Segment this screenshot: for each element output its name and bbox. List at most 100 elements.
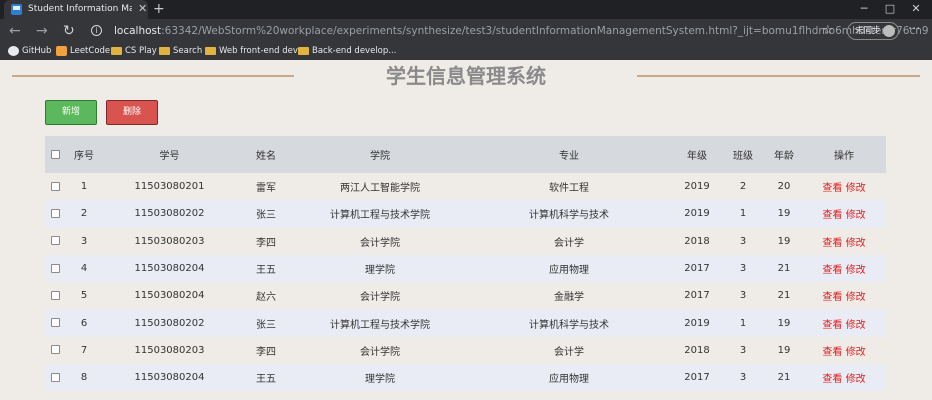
row-name: 雷军 xyxy=(256,183,276,195)
row-age: 21 xyxy=(777,290,791,302)
window-close-icon[interactable]: ✕ xyxy=(908,2,924,16)
address-bar[interactable]: i localhost:63342/WebStorm%20workplace/e… xyxy=(86,21,929,41)
page-content: 学生信息管理系统 新增 删除 序号 学号 姓名 学院 专业 年级 班级 年龄 操… xyxy=(0,60,932,400)
url-text[interactable]: localhost:63342/WebStorm%20workplace/exp… xyxy=(114,24,929,38)
row-select-cell xyxy=(45,364,65,391)
row-college xyxy=(296,391,464,400)
row-checkbox[interactable] xyxy=(50,372,60,382)
edit-link[interactable]: 修改 xyxy=(846,374,866,385)
view-link[interactable]: 查看 xyxy=(822,374,842,385)
row-class: 3 xyxy=(739,263,747,275)
row-actions: 查看 修改 xyxy=(802,173,886,200)
row-age: 19 xyxy=(777,235,791,247)
row-checkbox[interactable] xyxy=(50,181,60,191)
table-row: 1 11503080201 雷军 两江人工智能学院 软件工程 2019 2 20 查看 修改 xyxy=(45,173,886,201)
row-actions: 查看 修改 xyxy=(802,228,886,255)
table-row: 3 11503080203 李四 会计学院 会计学 2018 3 19 查看 修改 xyxy=(45,227,886,255)
table-body: 1 11503080201 雷军 两江人工智能学院 软件工程 2019 2 20 查看 修改 2 1… xyxy=(45,173,886,400)
view-link[interactable]: 查看 xyxy=(822,210,842,221)
col-header-name: 姓名 xyxy=(256,151,276,162)
folder-icon xyxy=(111,47,122,55)
row-name xyxy=(236,391,296,400)
row-grade: 2017 xyxy=(684,372,710,384)
row-age: 19 xyxy=(777,317,791,329)
col-header-class: 班级 xyxy=(733,151,753,162)
folder-icon xyxy=(298,47,309,55)
edit-link[interactable]: 修改 xyxy=(846,210,866,221)
row-checkbox[interactable] xyxy=(50,345,60,355)
view-link[interactable]: 查看 xyxy=(822,347,842,358)
reload-icon[interactable]: ↻ xyxy=(63,23,75,39)
row-grade: 2017 xyxy=(684,263,710,275)
minimize-icon[interactable]: ─ xyxy=(856,2,872,16)
row-college: 计算机工程与技术学院 xyxy=(330,319,430,331)
add-button[interactable]: 新增 xyxy=(45,100,97,125)
row-no: 3 xyxy=(80,235,88,247)
row-age: 19 xyxy=(777,344,791,356)
row-name: 李四 xyxy=(256,237,276,249)
edit-link[interactable]: 修改 xyxy=(846,238,866,249)
avatar-icon xyxy=(883,25,895,37)
row-select-cell xyxy=(45,309,65,336)
row-checkbox[interactable] xyxy=(50,318,60,328)
row-major: 会计学 xyxy=(554,237,584,249)
edit-link[interactable]: 修改 xyxy=(846,347,866,358)
bookmark-star-icon[interactable]: ☆ xyxy=(822,23,834,39)
edit-link[interactable]: 修改 xyxy=(846,265,866,276)
row-major: 软件工程 xyxy=(549,183,589,195)
row-select-cell xyxy=(45,228,65,255)
edit-link[interactable]: 修改 xyxy=(846,320,866,331)
row-no: 8 xyxy=(80,372,88,384)
row-class: 3 xyxy=(739,235,747,247)
row-checkbox[interactable] xyxy=(50,236,60,246)
row-checkbox[interactable] xyxy=(50,290,60,300)
delete-button[interactable]: 删除 xyxy=(106,100,158,125)
row-actions: 查看 修改 xyxy=(802,364,886,391)
edit-link[interactable]: 修改 xyxy=(846,183,866,194)
info-icon[interactable]: i xyxy=(91,25,102,36)
row-major: 金融学 xyxy=(554,292,584,304)
maximize-icon[interactable]: □ xyxy=(882,2,898,16)
title-divider-right xyxy=(637,75,920,77)
forward-icon[interactable]: → xyxy=(36,23,48,39)
row-select-cell xyxy=(45,255,65,282)
row-student-id: 11503080203 xyxy=(134,235,205,247)
row-age: 21 xyxy=(777,263,791,275)
row-name: 张三 xyxy=(256,319,276,331)
view-link[interactable]: 查看 xyxy=(822,320,842,331)
table-row: 5 11503080204 赵六 会计学院 金融学 2017 3 21 查看 修改 xyxy=(45,282,886,310)
browser-tab[interactable]: Student Information Manageme ✕ xyxy=(4,0,148,19)
page-title: 学生信息管理系统 xyxy=(386,64,546,88)
view-link[interactable]: 查看 xyxy=(822,292,842,303)
new-tab-icon[interactable]: + xyxy=(153,1,165,17)
more-menu-icon[interactable]: ··· xyxy=(908,22,920,38)
row-major: 应用物理 xyxy=(549,265,589,277)
row-grade: 2018 xyxy=(684,235,710,247)
view-link[interactable]: 查看 xyxy=(822,183,842,194)
profile-button[interactable]: 未同步 xyxy=(847,22,899,40)
row-student-id: 11503080201 xyxy=(134,181,205,193)
row-student-id: 11503080204 xyxy=(134,263,205,275)
row-name: 王五 xyxy=(256,374,276,386)
leetcode-icon xyxy=(56,46,67,56)
row-student-id: 11503080204 xyxy=(134,372,205,384)
row-checkbox[interactable] xyxy=(50,263,60,273)
view-link[interactable]: 查看 xyxy=(822,265,842,276)
view-link[interactable]: 查看 xyxy=(822,238,842,249)
row-college: 计算机工程与技术学院 xyxy=(330,210,430,222)
row-no: 5 xyxy=(80,290,88,302)
browser-toolbar: ← → ↻ i localhost:63342/WebStorm%20workp… xyxy=(0,19,932,43)
table-row: 2 11503080202 张三 计算机工程与技术学院 计算机科学与技术 2019 1 19 查… xyxy=(45,200,886,228)
row-checkbox[interactable] xyxy=(50,208,60,218)
row-student-id: 11503080203 xyxy=(134,344,205,356)
row-actions: 查看 修改 xyxy=(802,255,886,282)
back-icon[interactable]: ← xyxy=(9,23,21,39)
row-select-cell xyxy=(45,391,65,400)
row-age: 21 xyxy=(777,372,791,384)
row-major: 计算机科学与技术 xyxy=(529,319,609,331)
tab-close-icon[interactable]: ✕ xyxy=(138,2,147,16)
col-header-student-id: 学号 xyxy=(159,151,180,162)
bookmarks-bar: GitHub LeetCode CS Play Search Web front… xyxy=(0,43,932,60)
edit-link[interactable]: 修改 xyxy=(846,292,866,303)
select-all-checkbox[interactable] xyxy=(50,149,60,159)
